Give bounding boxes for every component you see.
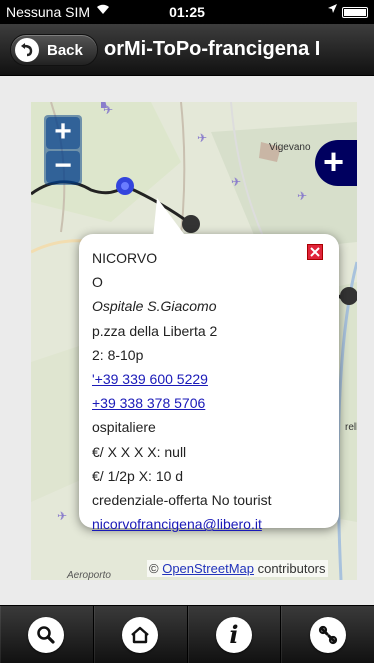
tab-bar: i	[0, 605, 374, 663]
map-label-vigevano: Vigevano	[269, 142, 311, 153]
svg-text:✈: ✈	[231, 175, 241, 189]
svg-text:✈: ✈	[197, 131, 207, 145]
zoom-out-button[interactable]: −	[46, 151, 80, 183]
popup-address: p.zza della Liberta 2	[92, 322, 218, 339]
map-attribution: © OpenStreetMap contributors	[147, 560, 328, 577]
tab-info[interactable]: i	[188, 606, 282, 663]
tab-search[interactable]	[0, 606, 94, 663]
popup-phone-link-1[interactable]: '+39 339 600 5229	[92, 371, 208, 387]
battery-icon	[342, 7, 368, 18]
search-icon	[28, 616, 65, 653]
popup-content: NICORVO O Ospitale S.Giacomo p.zza della…	[92, 246, 329, 536]
popup-town: NICORVO	[92, 250, 158, 266]
layer-switcher-button[interactable]: +	[315, 140, 357, 186]
popup-hostel-name: Ospitale S.Giacomo	[92, 298, 217, 315]
app-screen: Nessuna SIM 01:25 Back orMi-ToPo-francig…	[0, 0, 374, 663]
tab-settings[interactable]	[281, 606, 374, 663]
popup-price-2: €/ 1/2p X: 10 d	[92, 467, 184, 484]
page-title: orMi-ToPo-francigena I	[104, 38, 321, 60]
zoom-in-button[interactable]: +	[46, 117, 80, 149]
map-label-aeroporto: Aeroporto	[67, 570, 111, 580]
wrench-icon	[309, 616, 346, 653]
tab-home[interactable]	[94, 606, 188, 663]
svg-text:✈: ✈	[57, 509, 67, 523]
openstreetmap-link[interactable]: OpenStreetMap	[162, 561, 254, 576]
map-view[interactable]: ✈ ✈ ✈ ✈ ✈ ✈ Vigevano rella Aeroporto + −…	[31, 102, 357, 580]
back-arrow-icon	[15, 38, 39, 62]
popup-email-link[interactable]: nicorvofrancigena@libero.it	[92, 516, 262, 532]
popup-host: ospitaliere	[92, 419, 156, 436]
map-label-rella: rella	[345, 422, 357, 433]
info-icon: i	[215, 616, 252, 653]
popup-note: credenziale-offerta No tourist	[92, 492, 272, 509]
popup-pointer	[153, 198, 187, 238]
popup-hours: 2: 8-10p	[92, 346, 144, 363]
home-icon	[122, 616, 159, 653]
status-bar: Nessuna SIM 01:25	[0, 0, 374, 24]
location-popup: NICORVO O Ospitale S.Giacomo p.zza della…	[79, 198, 339, 532]
popup-code: O	[92, 274, 103, 291]
popup-phone-link-2[interactable]: +39 338 378 5706	[92, 395, 205, 411]
svg-text:✈: ✈	[297, 189, 307, 203]
back-button[interactable]: Back	[10, 34, 98, 66]
zoom-control: + −	[44, 115, 82, 185]
attribution-prefix: ©	[149, 561, 163, 576]
back-button-label: Back	[47, 41, 83, 59]
popup-price-1: €/ X X X X: null	[92, 443, 187, 460]
location-arrow-icon	[327, 3, 338, 17]
attribution-suffix: contributors	[253, 561, 326, 576]
svg-text:✈: ✈	[103, 103, 113, 117]
clock: 01:25	[169, 4, 205, 20]
navigation-header: Back orMi-ToPo-francigena I	[0, 24, 374, 76]
